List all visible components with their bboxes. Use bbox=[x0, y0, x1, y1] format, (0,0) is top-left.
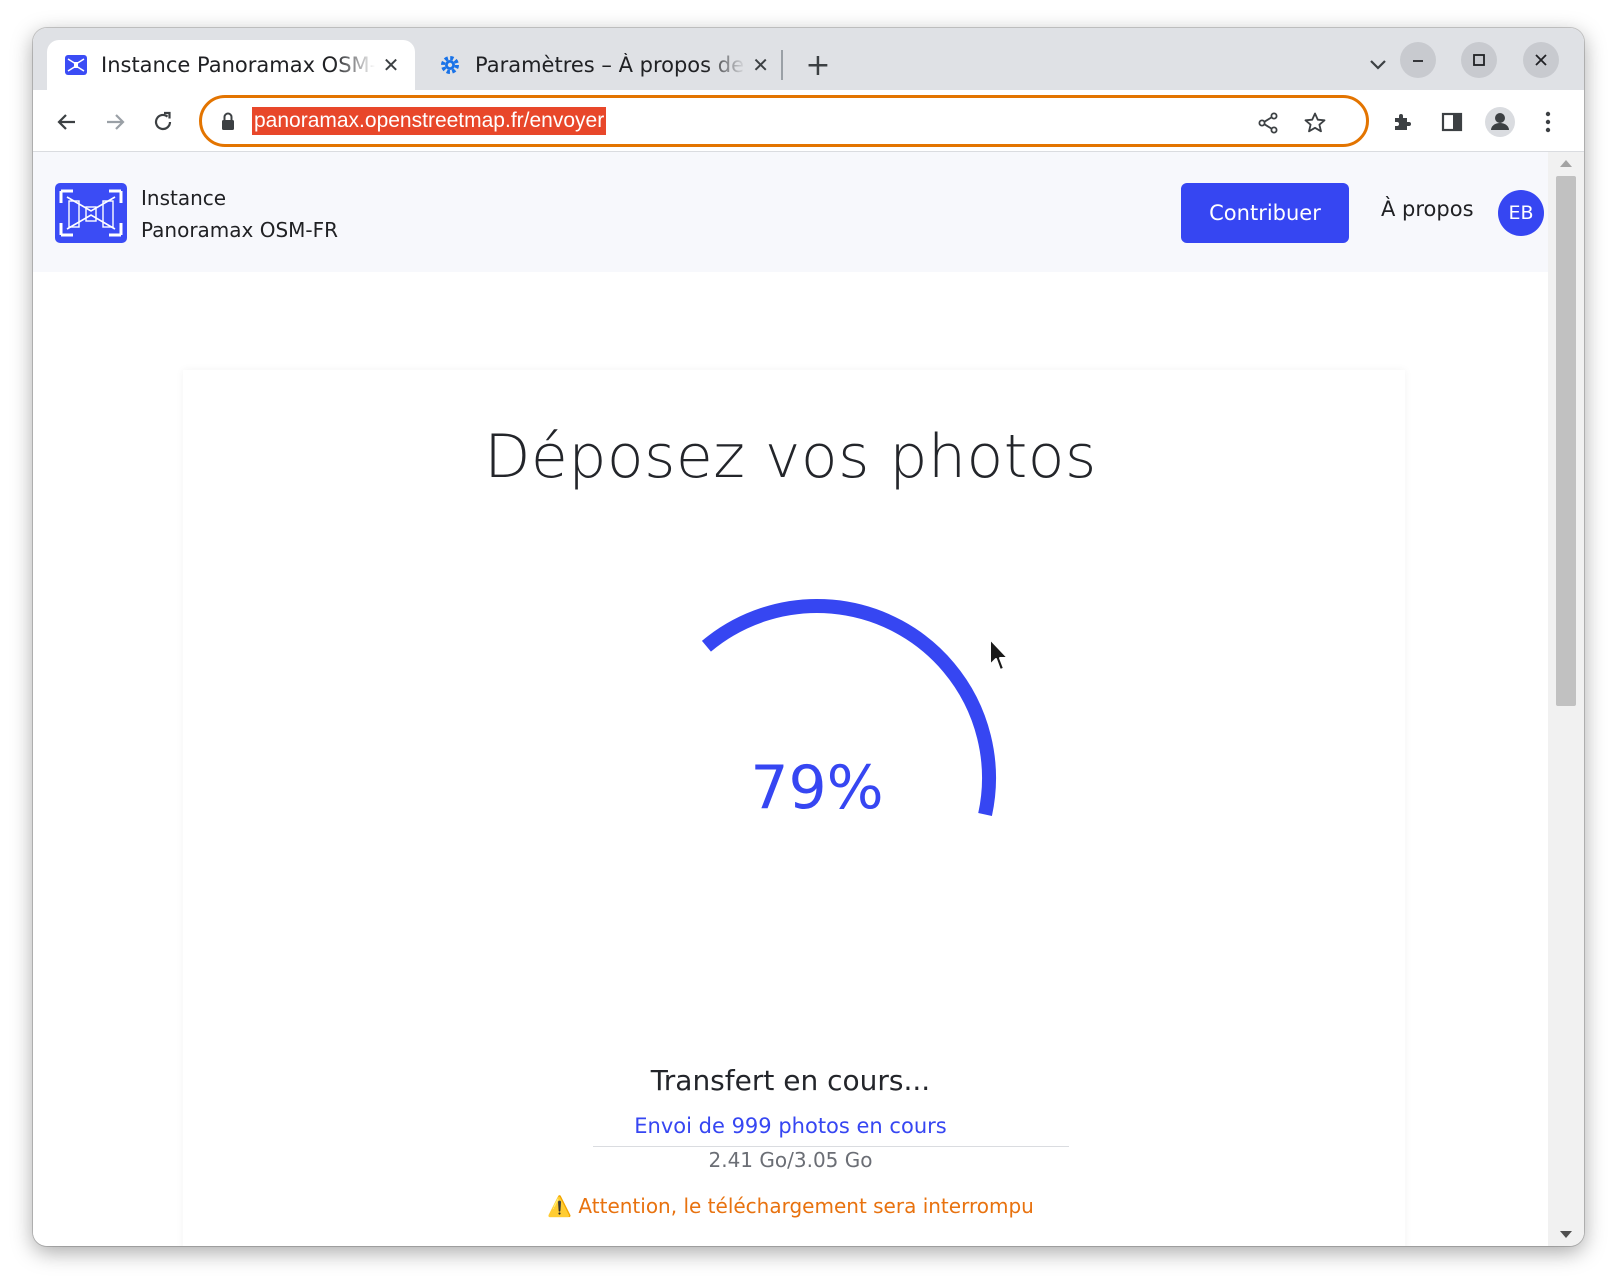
side-panel-icon[interactable] bbox=[1434, 104, 1470, 140]
contribute-button[interactable]: Contribuer bbox=[1181, 183, 1349, 243]
panoramax-logo-icon bbox=[63, 52, 89, 78]
site-brand[interactable]: Instance Panoramax OSM-FR bbox=[141, 182, 338, 246]
profile-avatar-icon[interactable] bbox=[1482, 104, 1518, 140]
transfer-status: Transfert en cours... bbox=[650, 1064, 931, 1097]
address-bar[interactable]: panoramax.openstreetmap.fr/envoyer bbox=[199, 95, 1369, 147]
browser-menu-icon[interactable] bbox=[1530, 104, 1566, 140]
page-scrollbar[interactable] bbox=[1548, 152, 1584, 1246]
maximize-button[interactable] bbox=[1461, 42, 1497, 78]
tab-title: Instance Panoramax OSM-FR bbox=[101, 53, 376, 77]
reload-button[interactable] bbox=[143, 102, 183, 142]
tab-panoramax[interactable]: Instance Panoramax OSM-FR ✕ bbox=[47, 40, 415, 90]
site-header: Instance Panoramax OSM-FR Contribuer À p… bbox=[33, 152, 1548, 272]
brand-line1: Instance bbox=[141, 186, 227, 210]
about-link[interactable]: À propos bbox=[1381, 197, 1474, 221]
minimize-button[interactable] bbox=[1400, 42, 1436, 78]
page-content: Instance Panoramax OSM-FR Contribuer À p… bbox=[33, 152, 1548, 1246]
scroll-down-arrow-icon[interactable] bbox=[1560, 1231, 1572, 1238]
divider bbox=[593, 1146, 1069, 1147]
share-icon[interactable] bbox=[1253, 108, 1283, 138]
transfer-size: 2.41 Go/3.05 Go bbox=[708, 1148, 873, 1172]
new-tab-button[interactable]: + bbox=[799, 46, 837, 84]
tab-separator bbox=[781, 50, 783, 80]
scroll-up-arrow-icon[interactable] bbox=[1560, 160, 1572, 167]
scroll-thumb[interactable] bbox=[1556, 176, 1576, 706]
bookmark-star-icon[interactable] bbox=[1300, 108, 1330, 138]
warning-message: ⚠️ Attention, le téléchargement sera int… bbox=[547, 1194, 1034, 1218]
mouse-cursor-icon bbox=[988, 637, 1014, 679]
back-button[interactable] bbox=[47, 102, 87, 142]
browser-window: Instance Panoramax OSM-FR ✕ Paramètres –… bbox=[33, 28, 1584, 1246]
user-avatar[interactable]: EB bbox=[1498, 190, 1544, 236]
tab-strip: Instance Panoramax OSM-FR ✕ Paramètres –… bbox=[33, 28, 1584, 90]
tab-title: Paramètres – À propos de Chrome bbox=[475, 53, 746, 77]
close-window-button[interactable] bbox=[1523, 42, 1559, 78]
page-title: Déposez vos photos bbox=[484, 422, 1097, 492]
tab-close-icon[interactable]: ✕ bbox=[752, 53, 769, 77]
upload-progress-ring: 79% bbox=[637, 598, 997, 958]
progress-percent: 79% bbox=[750, 753, 884, 823]
panoramax-logo[interactable] bbox=[55, 183, 127, 243]
tab-settings[interactable]: Paramètres – À propos de Chrome ✕ bbox=[421, 40, 783, 90]
browser-toolbar: panoramax.openstreetmap.fr/envoyer bbox=[33, 90, 1584, 152]
tab-close-icon[interactable]: ✕ bbox=[381, 53, 401, 77]
forward-button[interactable] bbox=[95, 102, 135, 142]
lock-icon[interactable] bbox=[220, 111, 236, 135]
brand-line2: Panoramax OSM-FR bbox=[141, 218, 339, 242]
sending-info: Envoi de 999 photos en cours bbox=[634, 1114, 947, 1138]
gear-icon bbox=[437, 52, 463, 78]
url-text[interactable]: panoramax.openstreetmap.fr/envoyer bbox=[252, 107, 607, 135]
tab-search-chevron-icon[interactable] bbox=[1361, 48, 1395, 82]
extensions-puzzle-icon[interactable] bbox=[1385, 104, 1421, 140]
